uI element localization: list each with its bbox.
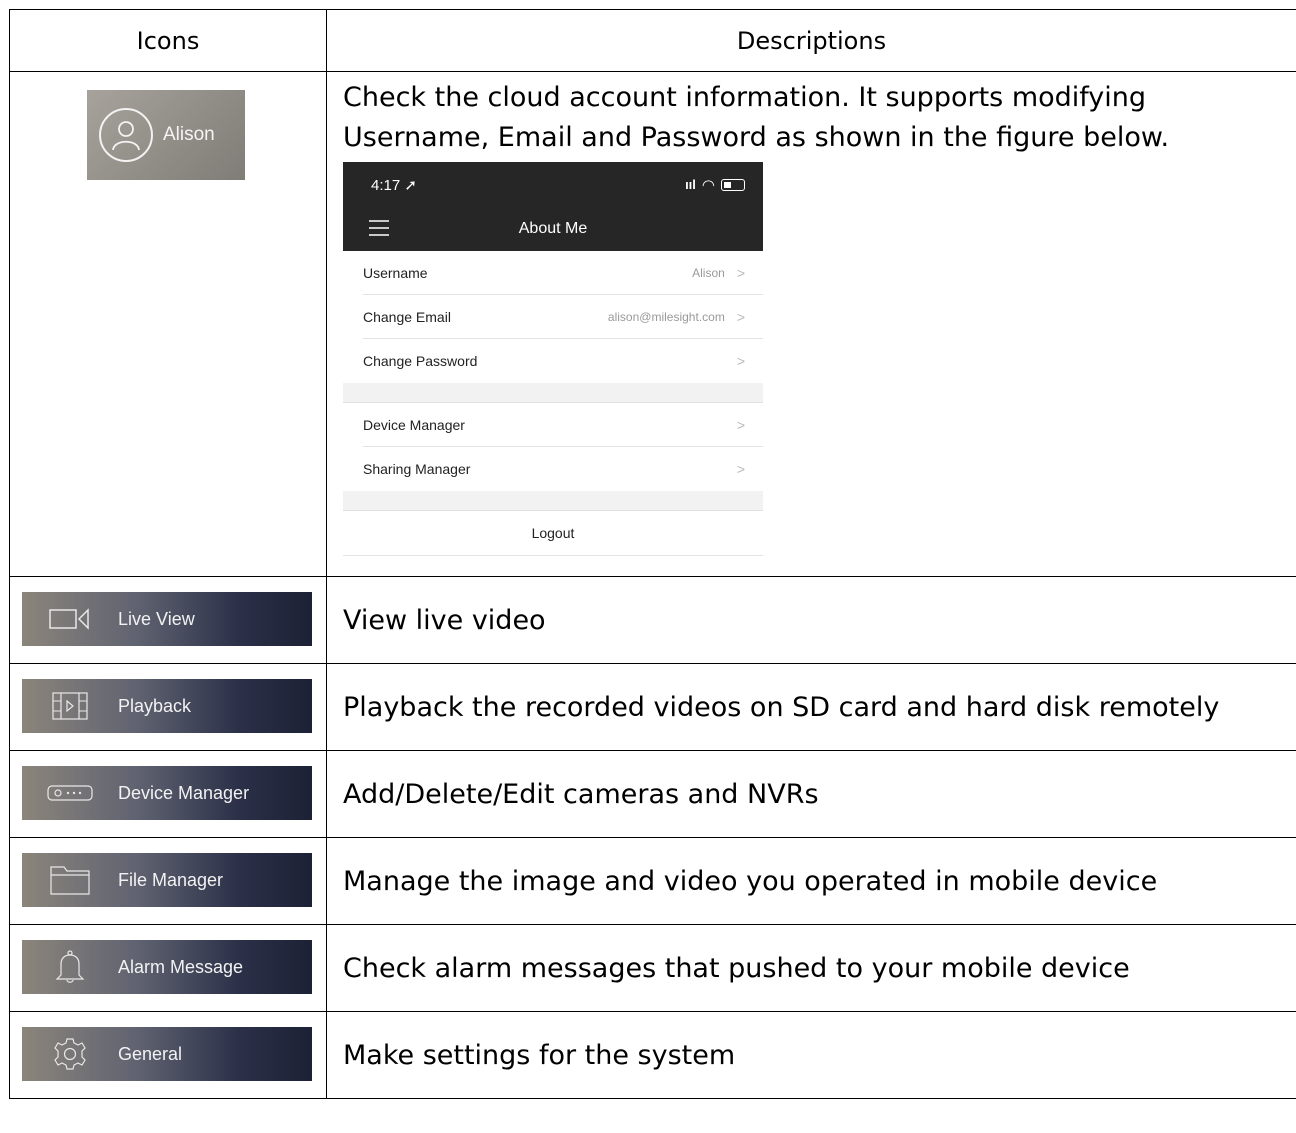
description-line: Check the cloud account information. It … — [343, 82, 1147, 113]
chevron-right-icon: > — [736, 309, 745, 325]
icon-cell: Live View — [9, 576, 327, 664]
description-cell: Playback the recorded videos on SD card … — [326, 663, 1296, 751]
table-row: Live View View live video — [9, 576, 1296, 664]
general-button: General — [22, 1027, 312, 1081]
playback-button: Playback — [22, 679, 312, 733]
chevron-right-icon: > — [736, 461, 745, 477]
table-row: Alarm Message Check alarm messages that … — [9, 924, 1296, 1012]
status-time: 4:17 — [371, 176, 401, 194]
description-line: Username, Email and Password as shown in… — [343, 122, 1170, 153]
header-icons: Icons — [9, 9, 327, 72]
bell-icon — [22, 949, 118, 985]
table-row: Playback Playback the recorded videos on… — [9, 663, 1296, 751]
phone-item-sharing-manager[interactable]: Sharing Manager > — [343, 447, 763, 491]
status-bar: 4:17 ➚ ııl ◠ — [343, 162, 763, 207]
section-gap — [343, 383, 763, 403]
icon-cell: General — [9, 1011, 327, 1099]
phone-item-label: Device Manager — [363, 417, 465, 433]
folder-icon — [22, 863, 118, 897]
table-row: Alison Check the cloud account informati… — [9, 71, 1296, 577]
icon-cell: Alarm Message — [9, 924, 327, 1012]
icons-descriptions-table: Icons Descriptions Alison Check the clou… — [9, 9, 1296, 1099]
battery-icon — [721, 178, 745, 191]
description-cell: View live video — [326, 576, 1296, 664]
film-playback-icon — [22, 691, 118, 721]
table-row: General Make settings for the system — [9, 1011, 1296, 1099]
chevron-right-icon: > — [736, 265, 745, 281]
signal-icon: ııl — [685, 177, 696, 192]
icon-cell: File Manager — [9, 837, 327, 925]
table-row: File Manager Manage the image and video … — [9, 837, 1296, 925]
user-avatar-icon — [99, 108, 153, 162]
icon-cell: Alison — [9, 71, 327, 577]
phone-item-label: Sharing Manager — [363, 461, 471, 477]
phone-item-label: Username — [363, 265, 428, 281]
header-descriptions: Descriptions — [326, 9, 1296, 72]
menu-label: General — [118, 1043, 183, 1064]
phone-item-change-password[interactable]: Change Password > — [343, 339, 763, 383]
phone-item-label: Change Email — [363, 309, 451, 325]
phone-item-value: Alison — [692, 266, 725, 280]
location-arrow-icon: ➚ — [404, 176, 417, 194]
menu-label: Live View — [118, 608, 195, 629]
menu-label: File Manager — [118, 869, 224, 890]
phone-item-device-manager[interactable]: Device Manager > — [343, 403, 763, 447]
icon-cell: Device Manager — [9, 750, 327, 838]
logout-button[interactable]: Logout — [343, 511, 763, 556]
description-cell: Make settings for the system — [326, 1011, 1296, 1099]
phone-title: About Me — [518, 220, 588, 237]
device-manager-button: Device Manager — [22, 766, 312, 820]
file-manager-button: File Manager — [22, 853, 312, 907]
video-camera-icon — [22, 607, 118, 631]
account-name: Alison — [163, 124, 215, 145]
icon-cell: Playback — [9, 663, 327, 751]
description-cell: Manage the image and video you operated … — [326, 837, 1296, 925]
phone-item-username[interactable]: Username Alison > — [343, 251, 763, 295]
phone-item-change-email[interactable]: Change Email alison@milesight.com > — [343, 295, 763, 339]
status-icons: ııl ◠ — [685, 176, 745, 194]
description-cell: Check the cloud account information. It … — [326, 71, 1296, 577]
live-view-button: Live View — [22, 592, 312, 646]
gear-icon — [22, 1037, 118, 1071]
description-cell: Check alarm messages that pushed to your… — [326, 924, 1296, 1012]
device-nvr-icon — [22, 783, 118, 803]
header-row: Icons Descriptions — [9, 9, 1296, 72]
section-gap — [343, 491, 763, 511]
phone-item-value: alison@milesight.com — [607, 310, 725, 324]
menu-label: Playback — [118, 695, 192, 716]
wifi-icon: ◠ — [701, 176, 715, 194]
phone-navbar: About Me — [343, 207, 763, 251]
alarm-message-button: Alarm Message — [22, 940, 312, 994]
hamburger-menu-icon[interactable] — [369, 219, 389, 242]
menu-label: Device Manager — [118, 782, 250, 803]
chevron-right-icon: > — [736, 353, 745, 369]
table-row: Device Manager Add/Delete/Edit cameras a… — [9, 750, 1296, 838]
phone-item-label: Change Password — [363, 353, 478, 369]
menu-label: Alarm Message — [118, 956, 244, 977]
description-cell: Add/Delete/Edit cameras and NVRs — [326, 750, 1296, 838]
account-avatar-button: Alison — [87, 90, 245, 180]
phone-screenshot: 4:17 ➚ ııl ◠ About Me Username Alison > … — [343, 162, 763, 556]
chevron-right-icon: > — [736, 417, 745, 433]
